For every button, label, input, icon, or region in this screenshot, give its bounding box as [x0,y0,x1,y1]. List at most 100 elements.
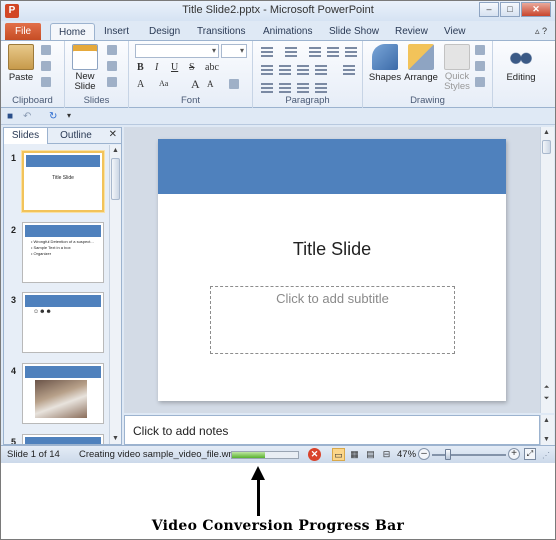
strikethrough-button[interactable]: S [189,62,195,73]
scroll-up-icon[interactable]: ▲ [541,127,552,138]
paste-button[interactable]: Paste [3,44,39,83]
shadow-button[interactable]: abc [205,62,219,73]
notes-scrollbar[interactable]: ▲ ▼ [540,415,554,445]
slide-show-view-button[interactable]: ⊟ [380,448,393,461]
tab-transitions[interactable]: Transitions [189,23,254,41]
layout-button[interactable] [107,45,117,57]
quick-styles-button[interactable]: Quick Styles [439,44,475,92]
align-left-icon[interactable] [261,65,273,75]
slide-title[interactable]: Title Slide [158,239,506,260]
arrange-button[interactable]: Arrange [403,44,439,83]
justify-icon[interactable] [315,65,327,75]
eraser-icon [229,79,239,90]
tab-animations[interactable]: Animations [255,23,320,41]
slide-sorter-view-button[interactable]: ▦ [348,448,361,461]
scroll-thumb[interactable] [111,158,120,200]
tab-design[interactable]: Design [141,23,188,41]
tab-view[interactable]: View [436,23,474,41]
tab-review[interactable]: Review [387,23,436,41]
reset-button[interactable] [107,61,117,73]
new-slide-button[interactable]: New Slide [67,44,103,92]
customize-qat-icon[interactable]: ▾ [67,111,71,120]
shrink-font-button[interactable]: A [207,79,214,89]
slide-thumbnail-2[interactable]: • Wrongful Detention of a suspect... • S… [22,222,104,283]
align-center-icon[interactable] [279,65,291,75]
new-slide-label: New Slide [74,71,96,92]
zoom-in-button[interactable]: + [508,448,520,460]
shape-fill-button[interactable] [475,45,485,57]
scroll-down-icon[interactable]: ▼ [110,433,121,444]
increase-indent-icon[interactable] [327,47,339,57]
font-color-button[interactable]: A [137,79,144,90]
editing-button[interactable]: Editing [503,44,539,83]
thumb-header [26,155,100,167]
normal-view-button[interactable]: ▭ [332,448,345,461]
font-size-select[interactable] [221,44,247,58]
minimize-button[interactable]: – [479,2,499,17]
progress-fill [232,452,265,458]
underline-button[interactable]: U [171,62,178,73]
slide-canvas[interactable]: Title Slide Click to add subtitle [158,139,506,401]
section-button[interactable] [107,77,117,89]
font-family-select[interactable] [135,44,219,58]
previous-slide-icon[interactable]: ⏶ [541,382,552,393]
tab-file[interactable]: File [5,23,42,41]
slide-thumbnail-4[interactable] [22,363,104,424]
cancel-task-button[interactable]: ✕ [308,448,321,461]
notes-pane[interactable]: Click to add notes [124,415,540,445]
shape-effects-button[interactable] [475,77,485,89]
slide-scrollbar[interactable]: ▲ ⏶ ⏷ [540,127,554,413]
tab-insert[interactable]: Insert [96,23,137,41]
numbering-icon[interactable] [285,47,297,57]
scroll-thumb[interactable] [542,140,551,154]
scroll-up-icon[interactable]: ▲ [110,145,121,156]
tab-slide-show[interactable]: Slide Show [321,23,387,41]
close-pane-icon[interactable]: ✕ [109,129,117,140]
redo-icon[interactable]: ↻ [49,111,57,122]
zoom-level[interactable]: 47% [397,449,416,460]
scroll-down-icon[interactable]: ▼ [541,434,552,445]
slide-thumbnail-3[interactable]: ☺☻☻ [22,292,104,353]
justify-icon-2[interactable] [315,83,327,93]
subtitle-placeholder[interactable]: Click to add subtitle [210,286,455,354]
change-case-button[interactable]: Aa [159,79,168,88]
reading-view-button[interactable]: ▤ [364,448,377,461]
copy-button[interactable] [41,61,51,73]
bullets-icon[interactable] [261,47,273,57]
zoom-slider[interactable] [432,454,506,456]
align-left-icon-2[interactable] [261,83,273,93]
zoom-out-button[interactable]: – [418,448,430,460]
scroll-up-icon[interactable]: ▲ [541,415,552,426]
tab-outline[interactable]: Outline [52,128,100,144]
close-button[interactable]: ✕ [521,2,551,17]
layout-icon [107,45,117,56]
tab-home[interactable]: Home [50,23,95,41]
ribbon-controls[interactable]: ▵ ? [535,26,547,37]
next-slide-icon[interactable]: ⏷ [541,393,552,404]
zoom-slider-handle[interactable] [445,449,452,460]
text-direction-icon[interactable] [343,65,355,75]
cut-button[interactable] [41,45,51,57]
align-right-icon[interactable] [297,65,309,75]
format-painter-button[interactable] [41,77,51,89]
align-right-icon-2[interactable] [297,83,309,93]
shape-outline-button[interactable] [475,61,485,73]
grow-font-button[interactable]: A [191,77,200,92]
decrease-indent-icon[interactable] [309,47,321,57]
shapes-button[interactable]: Shapes [367,44,403,83]
save-icon[interactable]: ■ [7,111,13,122]
maximize-button[interactable]: □ [500,2,520,17]
slide-thumbnail-1[interactable]: Title Slide [22,151,104,212]
slide-thumbnail-5[interactable] [22,434,104,444]
group-label-clipboard: Clipboard [12,95,53,106]
undo-icon[interactable]: ↶ [23,111,31,122]
clear-formatting-button[interactable] [229,79,239,91]
tab-slides[interactable]: Slides [4,128,48,144]
bold-button[interactable]: B [137,62,144,73]
italic-button[interactable]: I [155,62,158,73]
reset-icon [107,61,117,72]
slides-pane-scrollbar[interactable]: ▲ ▼ [109,145,121,444]
align-center-icon-2[interactable] [279,83,291,93]
fit-to-window-button[interactable]: ⤢ [524,448,536,460]
line-spacing-icon[interactable] [345,47,357,57]
